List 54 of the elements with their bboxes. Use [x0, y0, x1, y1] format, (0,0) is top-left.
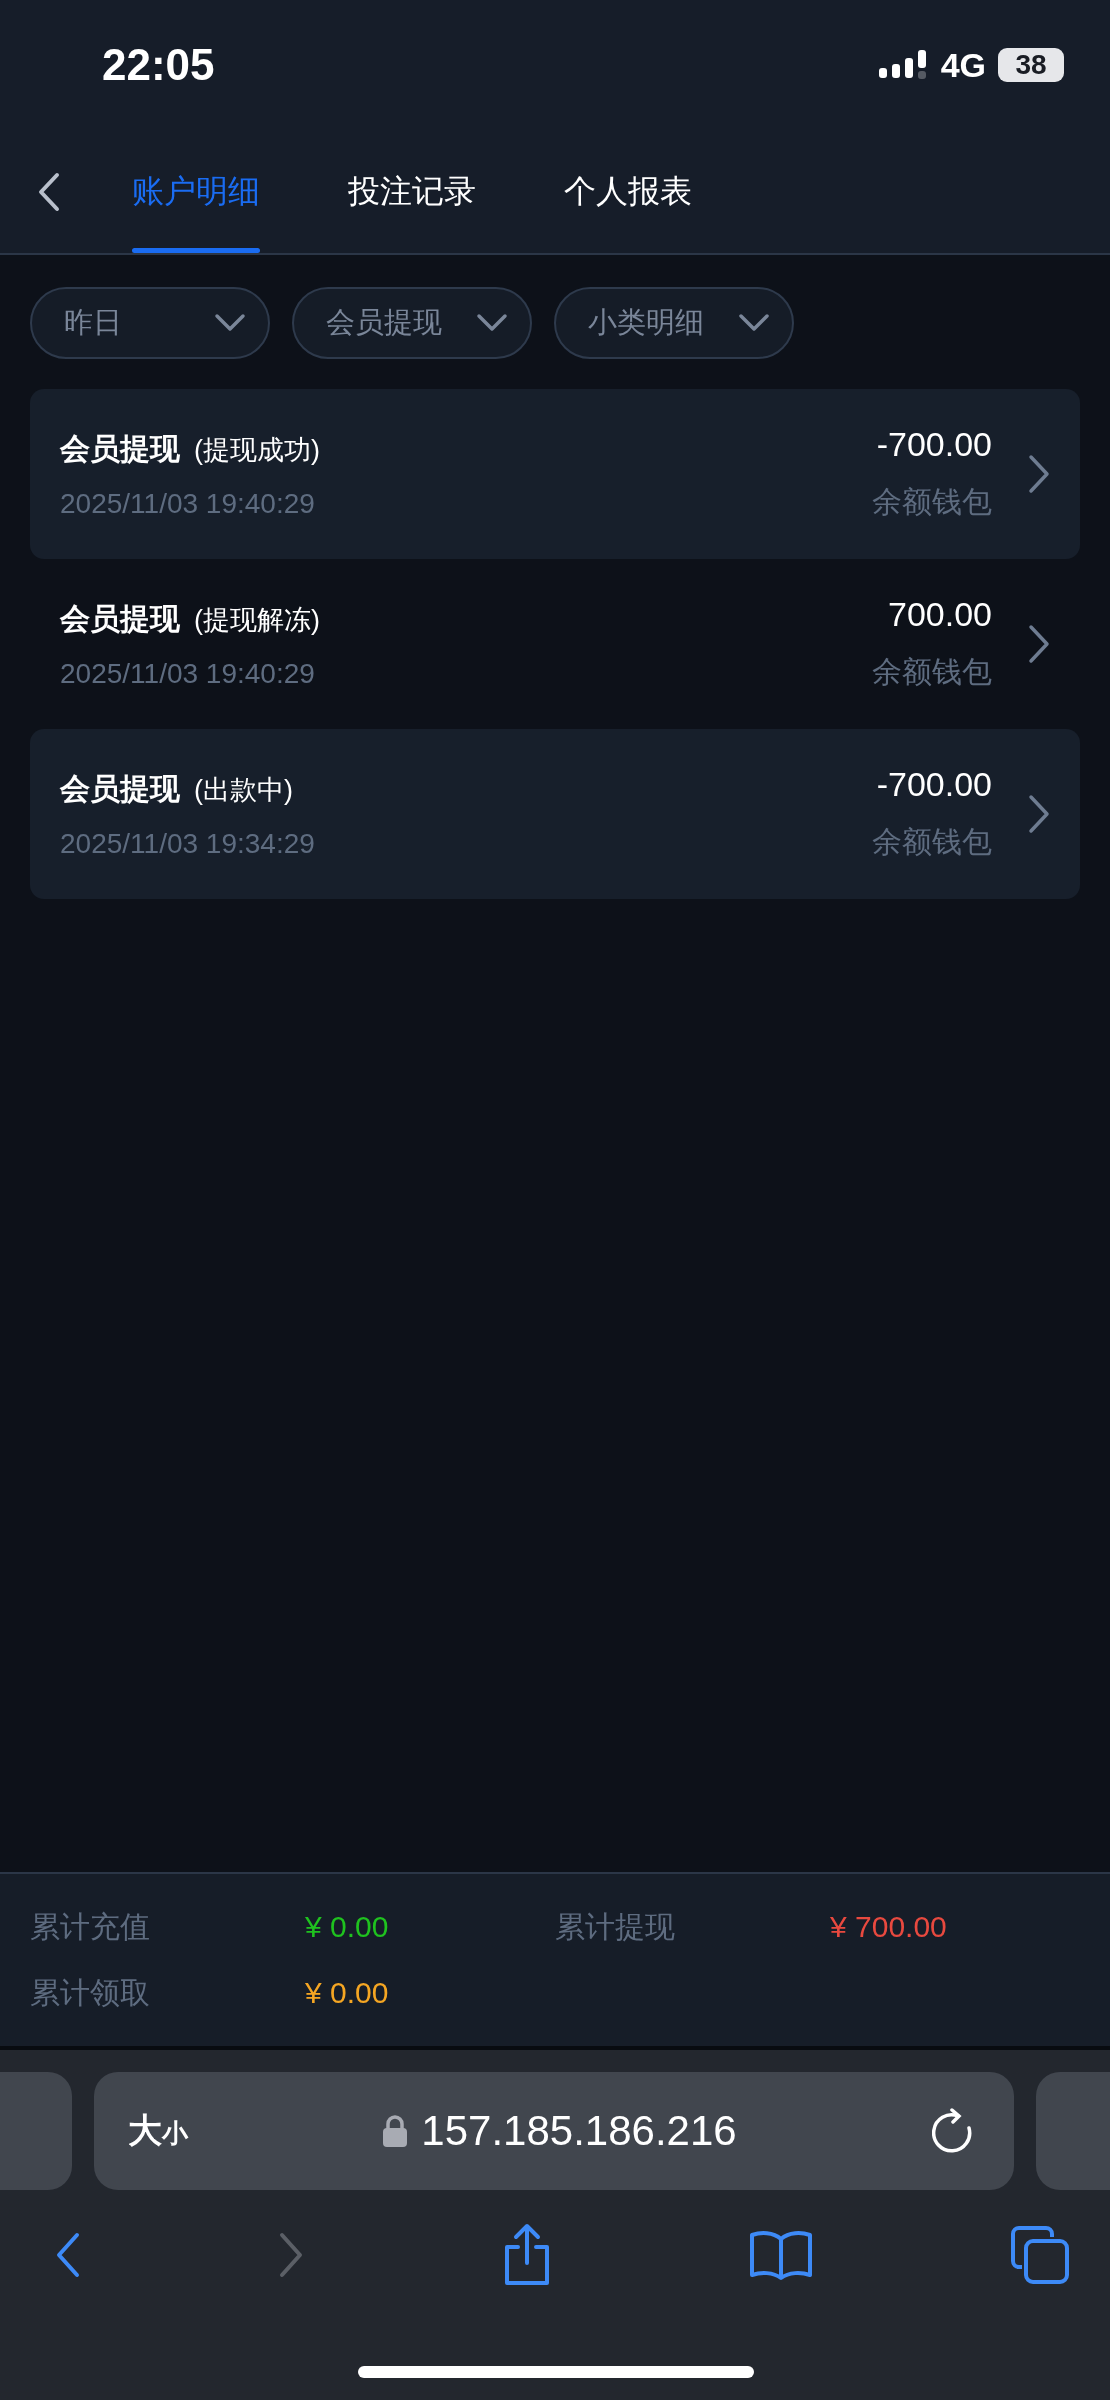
record-amount: 700.00 [888, 595, 992, 634]
wallet-label: 余额钱包 [872, 654, 992, 690]
record-title: 会员提现 [60, 770, 180, 807]
battery-icon: 38 [998, 48, 1064, 82]
wallet-label: 余额钱包 [872, 824, 992, 860]
lock-icon [383, 2115, 408, 2147]
record-time: 2025/11/03 19:34:29 [60, 827, 316, 860]
summary-value: ¥ 0.00 [305, 1976, 390, 2010]
network-label: 4G [940, 45, 986, 85]
filter-dropdown[interactable]: 会员提现 [292, 287, 532, 359]
record-title: 会员提现 [60, 600, 180, 637]
chevron-right-icon [1028, 454, 1050, 494]
summary-value: ¥ 0.00 [305, 1910, 390, 1944]
reload-button[interactable] [932, 2108, 974, 2154]
chevron-down-icon [738, 313, 770, 333]
summary-label: 累计充值 [30, 1908, 151, 1945]
record-time: 2025/11/03 19:40:29 [60, 657, 316, 690]
record-status: (提现成功) [194, 433, 320, 467]
record-status: (出款中) [194, 773, 293, 807]
address-bar[interactable]: 大小 157.185.186.216 [94, 2072, 1014, 2190]
back-icon [55, 2231, 81, 2279]
record-title: 会员提现 [60, 430, 180, 467]
filter-dropdown[interactable]: 小类明细 [554, 287, 794, 359]
tab[interactable]: 个人报表 [564, 130, 692, 253]
forward-icon [277, 2231, 304, 2279]
chevron-down-icon [476, 313, 508, 333]
record-status: (提现解冻) [194, 603, 320, 637]
record-amount: -700.00 [876, 765, 992, 804]
text-size-button[interactable]: 大小 [128, 2108, 188, 2154]
book-icon [749, 2229, 814, 2281]
chevron-right-icon [1028, 794, 1050, 834]
summary-label: 累计提现 [555, 1908, 676, 1945]
wallet-label: 余额钱包 [872, 484, 992, 520]
tab[interactable]: 投注记录 [348, 130, 476, 253]
back-button[interactable] [55, 2231, 81, 2279]
reload-icon [932, 2108, 974, 2154]
record-row[interactable]: 会员提现 (提现解冻) 2025/11/03 19:40:29 700.00 余额钱包 [30, 559, 1080, 729]
signal-icon [878, 48, 929, 82]
back-icon [37, 170, 61, 213]
tab[interactable]: 账户明细 [132, 130, 260, 253]
summary-value: ¥ 700.00 [830, 1910, 948, 1944]
clock-time: 22:05 [102, 40, 215, 90]
record-time: 2025/11/03 19:40:29 [60, 487, 316, 520]
chevron-down-icon [214, 313, 246, 333]
filter-dropdown[interactable]: 昨日 [30, 287, 270, 359]
record-amount: -700.00 [876, 425, 992, 464]
record-card[interactable]: 会员提现 (提现成功) 2025/11/03 19:40:29 -700.00 余额钱包 [30, 389, 1080, 559]
record-card[interactable]: 会员提现 (出款中) 2025/11/03 19:34:29 -700.00 余额钱包 [30, 729, 1080, 899]
tabs-button[interactable] [1010, 2225, 1070, 2285]
chevron-right-icon [1028, 624, 1050, 664]
bookmarks-button[interactable] [749, 2229, 814, 2281]
summary-label: 累计领取 [30, 1974, 151, 2011]
url-text: 157.185.186.216 [421, 2107, 737, 2155]
tabs-icon [1010, 2225, 1070, 2285]
